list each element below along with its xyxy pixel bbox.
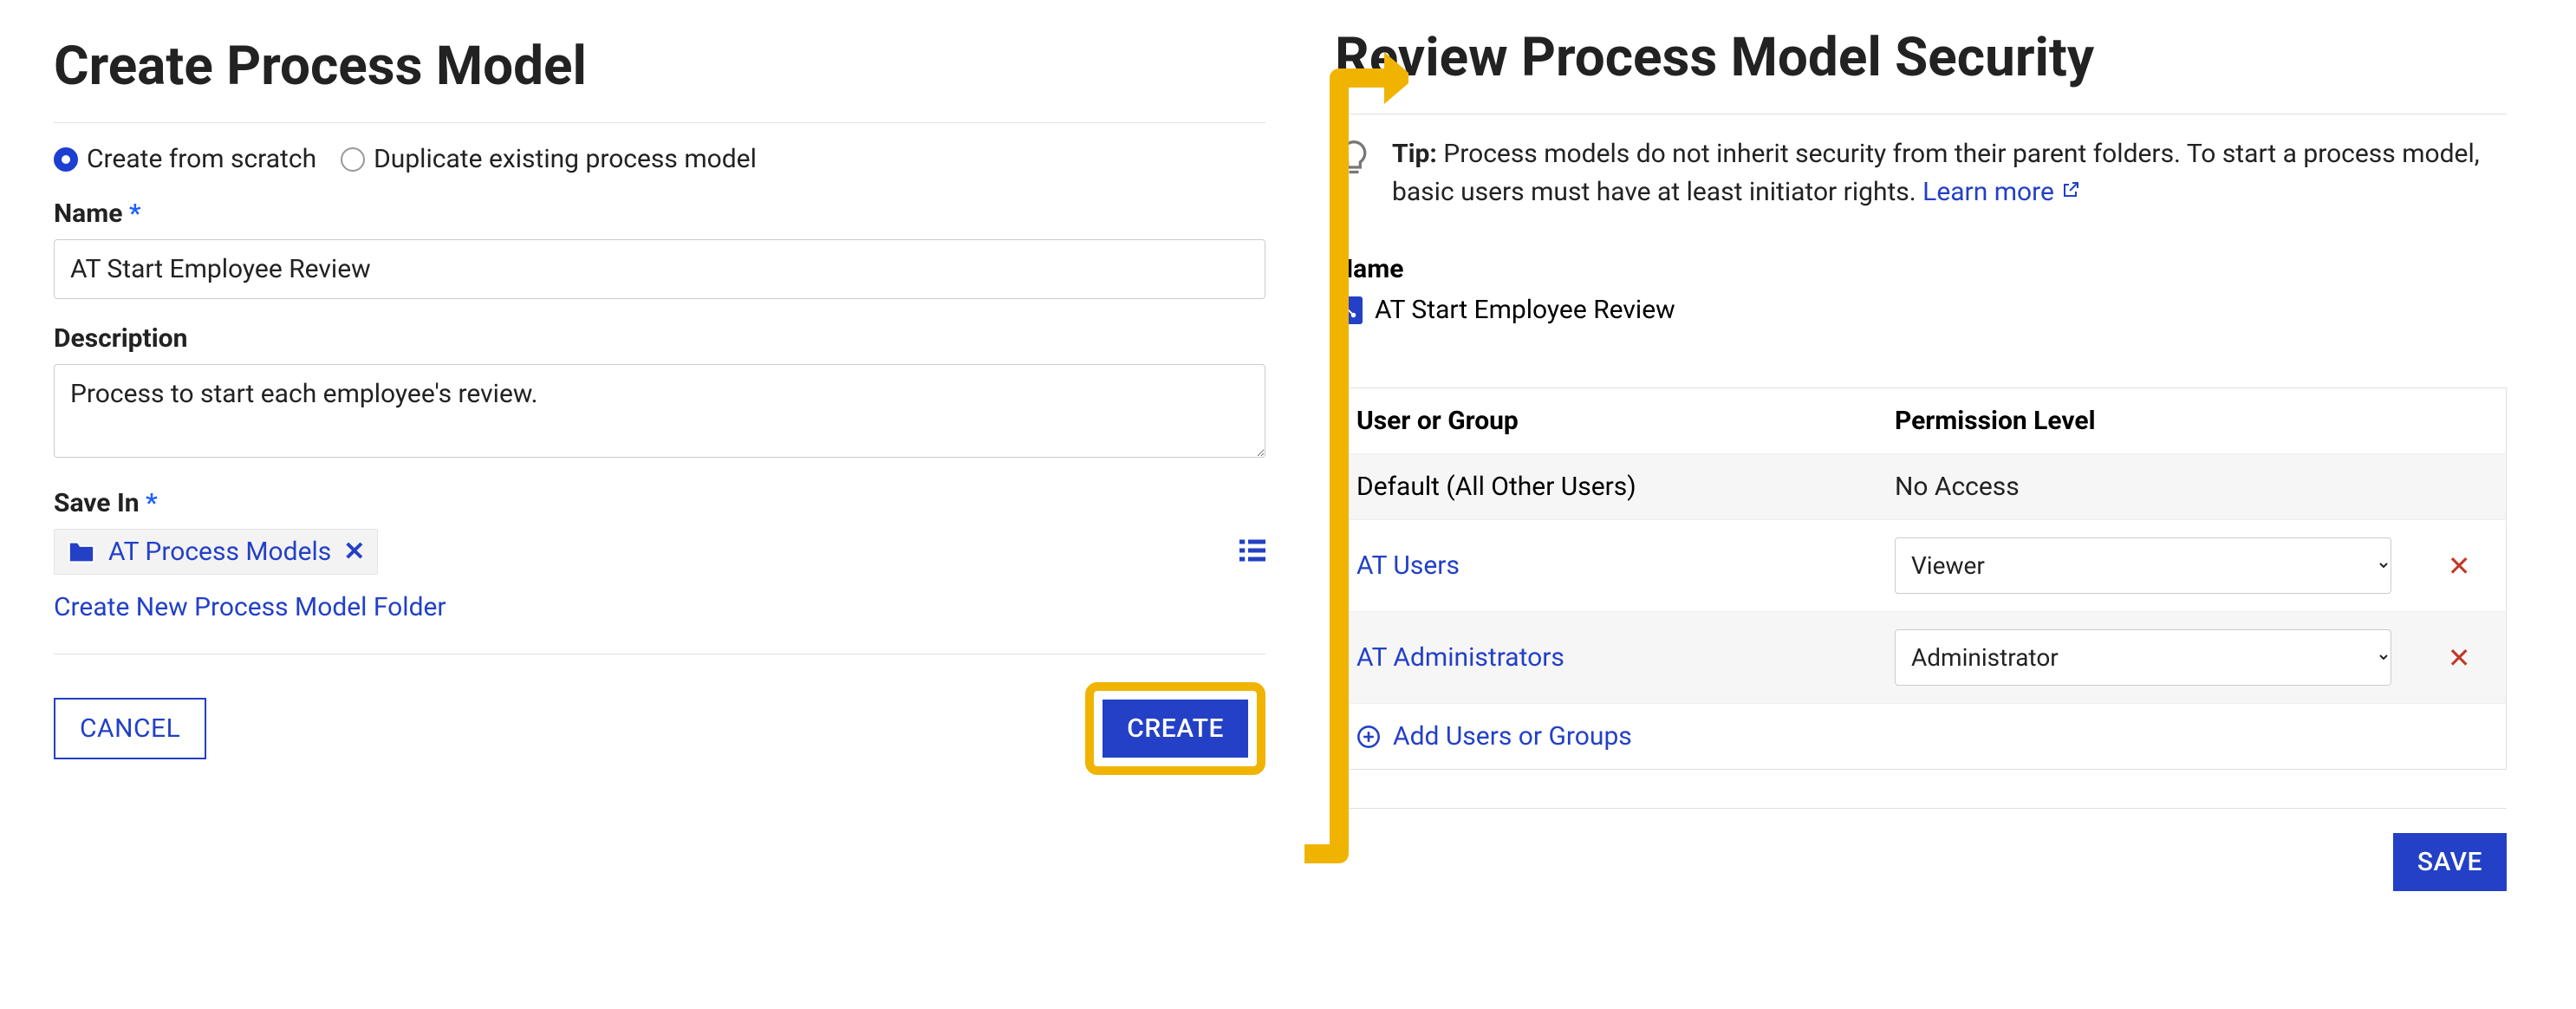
name-field: Name * [54, 199, 1265, 299]
table-row: AT Administrators Administrator ✕ [1336, 612, 2507, 704]
description-label: Description [54, 323, 1265, 354]
name-label: Name * [54, 199, 1265, 229]
radio-label: Duplicate existing process model [374, 144, 757, 174]
save-button[interactable]: SAVE [2393, 833, 2507, 891]
th-permission-level: Permission Level [1874, 388, 2412, 454]
table-row: Default (All Other Users) No Access [1336, 454, 2507, 520]
dialog-title: Create Process Model [54, 35, 1265, 98]
user-or-group-link[interactable]: AT Users [1356, 550, 1460, 581]
create-process-model-dialog: Create Process Model Create from scratch… [0, 0, 1317, 1009]
permission-cell: No Access [1895, 472, 2020, 502]
required-asterisk-icon: * [129, 199, 141, 229]
th-user-or-group: User or Group [1336, 388, 1874, 454]
process-model-icon [1335, 296, 1363, 324]
save-in-row: AT Process Models ✕ [54, 529, 1265, 575]
radio-duplicate-existing[interactable]: Duplicate existing process model [341, 144, 757, 174]
remove-row-icon[interactable]: ✕ [2448, 550, 2471, 583]
user-or-group-link[interactable]: AT Administrators [1356, 642, 1564, 673]
description-textarea[interactable]: Process to start each employee's review. [54, 364, 1265, 458]
radio-create-from-scratch[interactable]: Create from scratch [54, 144, 316, 174]
folder-icon [67, 539, 96, 565]
user-or-group-cell: Default (All Other Users) [1356, 472, 1636, 502]
name-input[interactable] [54, 239, 1265, 299]
create-new-folder-link[interactable]: Create New Process Model Folder [54, 592, 446, 622]
folder-chip-name: AT Process Models [108, 537, 331, 567]
permission-select[interactable]: Viewer [1895, 537, 2391, 594]
source-radio-group: Create from scratch Duplicate existing p… [54, 144, 1265, 174]
create-button[interactable]: CREATE [1103, 700, 1248, 758]
radio-dot-icon [54, 147, 78, 172]
permission-select[interactable]: Administrator [1895, 629, 2391, 686]
review-security-dialog: Review Process Model Security Tip: Proce… [1317, 0, 2559, 1009]
radio-label: Create from scratch [87, 144, 316, 174]
dialog-actions: CANCEL CREATE [54, 654, 1265, 775]
cancel-button[interactable]: CANCEL [54, 698, 206, 759]
add-users-or-groups-link[interactable]: Add Users or Groups [1335, 704, 2507, 770]
pm-name-value: AT Start Employee Review [1375, 295, 1675, 325]
lightbulb-icon [1335, 139, 1373, 177]
divider [54, 122, 1265, 123]
required-asterisk-icon: * [146, 488, 158, 518]
save-in-field: Save In * AT Process Models ✕ [54, 488, 1265, 622]
tip-box: Tip: Process models do not inherit secur… [1335, 135, 2507, 211]
remove-folder-icon[interactable]: ✕ [343, 537, 365, 567]
radio-dot-icon [341, 147, 365, 172]
table-row: AT Users Viewer ✕ [1336, 520, 2507, 612]
security-actions: SAVE [1335, 808, 2507, 891]
save-in-label: Save In * [54, 488, 1265, 518]
pm-name-row: AT Start Employee Review [1335, 295, 2507, 325]
security-table: User or Group Permission Level Default (… [1335, 387, 2507, 704]
folder-chip[interactable]: AT Process Models ✕ [54, 529, 378, 575]
description-field: Description Process to start each employ… [54, 323, 1265, 464]
external-link-icon [2060, 179, 2081, 200]
folder-picker-list-icon[interactable] [1239, 536, 1265, 569]
pm-name-label: Name [1335, 254, 2507, 284]
plus-circle-icon [1356, 725, 1381, 749]
learn-more-link[interactable]: Learn more [1922, 177, 2081, 207]
security-title: Review Process Model Security [1335, 26, 2507, 89]
th-actions [2412, 388, 2506, 454]
tip-prefix: Tip: [1392, 139, 1437, 169]
callout-highlight: CREATE [1085, 682, 1265, 775]
remove-row-icon[interactable]: ✕ [2448, 641, 2471, 674]
